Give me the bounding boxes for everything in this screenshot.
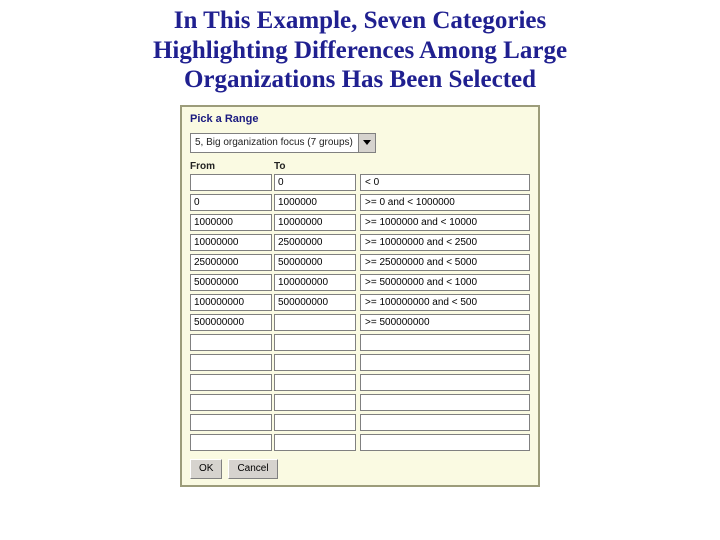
to-input[interactable] — [274, 174, 356, 191]
range-label-field[interactable] — [360, 274, 530, 291]
table-row — [190, 194, 532, 211]
slide-title-line-3: Organizations Has Been Selected — [184, 66, 536, 93]
range-label-field[interactable] — [360, 414, 530, 431]
to-input[interactable] — [274, 394, 356, 411]
to-input[interactable] — [274, 314, 356, 331]
panel-title: Pick a Range — [190, 113, 532, 125]
to-input[interactable] — [274, 234, 356, 251]
from-input[interactable] — [190, 354, 272, 371]
from-input[interactable] — [190, 174, 272, 191]
table-row — [190, 394, 532, 411]
preset-dropdown-value: 5, Big organization focus (7 groups) — [191, 134, 358, 152]
table-row — [190, 434, 532, 451]
range-label-field[interactable] — [360, 194, 530, 211]
column-header-from: From — [190, 161, 274, 172]
table-row — [190, 414, 532, 431]
preset-dropdown[interactable]: 5, Big organization focus (7 groups) — [190, 133, 376, 153]
table-row — [190, 174, 532, 191]
table-row — [190, 334, 532, 351]
to-input[interactable] — [274, 434, 356, 451]
to-input[interactable] — [274, 254, 356, 271]
from-input[interactable] — [190, 294, 272, 311]
to-input[interactable] — [274, 294, 356, 311]
slide-title-line-1: In This Example, Seven Categories — [174, 7, 546, 34]
button-row: OK Cancel — [190, 459, 532, 479]
slide-title-line-2: Highlighting Differences Among Large — [153, 37, 567, 64]
to-input[interactable] — [274, 274, 356, 291]
from-input[interactable] — [190, 394, 272, 411]
to-input[interactable] — [274, 214, 356, 231]
table-row — [190, 374, 532, 391]
to-input[interactable] — [274, 334, 356, 351]
cancel-button[interactable]: Cancel — [228, 459, 277, 479]
from-input[interactable] — [190, 334, 272, 351]
from-input[interactable] — [190, 234, 272, 251]
table-row — [190, 214, 532, 231]
from-input[interactable] — [190, 414, 272, 431]
table-row — [190, 274, 532, 291]
slide-title: In This Example, Seven Categories Highli… — [0, 0, 720, 105]
from-input[interactable] — [190, 214, 272, 231]
from-input[interactable] — [190, 254, 272, 271]
from-input[interactable] — [190, 434, 272, 451]
range-label-field[interactable] — [360, 374, 530, 391]
range-label-field[interactable] — [360, 334, 530, 351]
from-input[interactable] — [190, 374, 272, 391]
table-row — [190, 294, 532, 311]
range-label-field[interactable] — [360, 174, 530, 191]
pick-a-range-panel: Pick a Range 5, Big organization focus (… — [180, 105, 540, 487]
range-rows — [190, 174, 532, 451]
to-input[interactable] — [274, 374, 356, 391]
chevron-down-icon[interactable] — [358, 134, 375, 152]
from-input[interactable] — [190, 274, 272, 291]
to-input[interactable] — [274, 194, 356, 211]
range-label-field[interactable] — [360, 214, 530, 231]
range-label-field[interactable] — [360, 294, 530, 311]
column-header-to: To — [274, 161, 358, 172]
table-row — [190, 354, 532, 371]
from-input[interactable] — [190, 314, 272, 331]
range-label-field[interactable] — [360, 314, 530, 331]
table-row — [190, 234, 532, 251]
range-label-field[interactable] — [360, 394, 530, 411]
column-headers: From To — [190, 161, 532, 172]
to-input[interactable] — [274, 414, 356, 431]
to-input[interactable] — [274, 354, 356, 371]
ok-button[interactable]: OK — [190, 459, 222, 479]
range-label-field[interactable] — [360, 354, 530, 371]
from-input[interactable] — [190, 194, 272, 211]
table-row — [190, 254, 532, 271]
range-label-field[interactable] — [360, 434, 530, 451]
range-label-field[interactable] — [360, 254, 530, 271]
range-label-field[interactable] — [360, 234, 530, 251]
table-row — [190, 314, 532, 331]
